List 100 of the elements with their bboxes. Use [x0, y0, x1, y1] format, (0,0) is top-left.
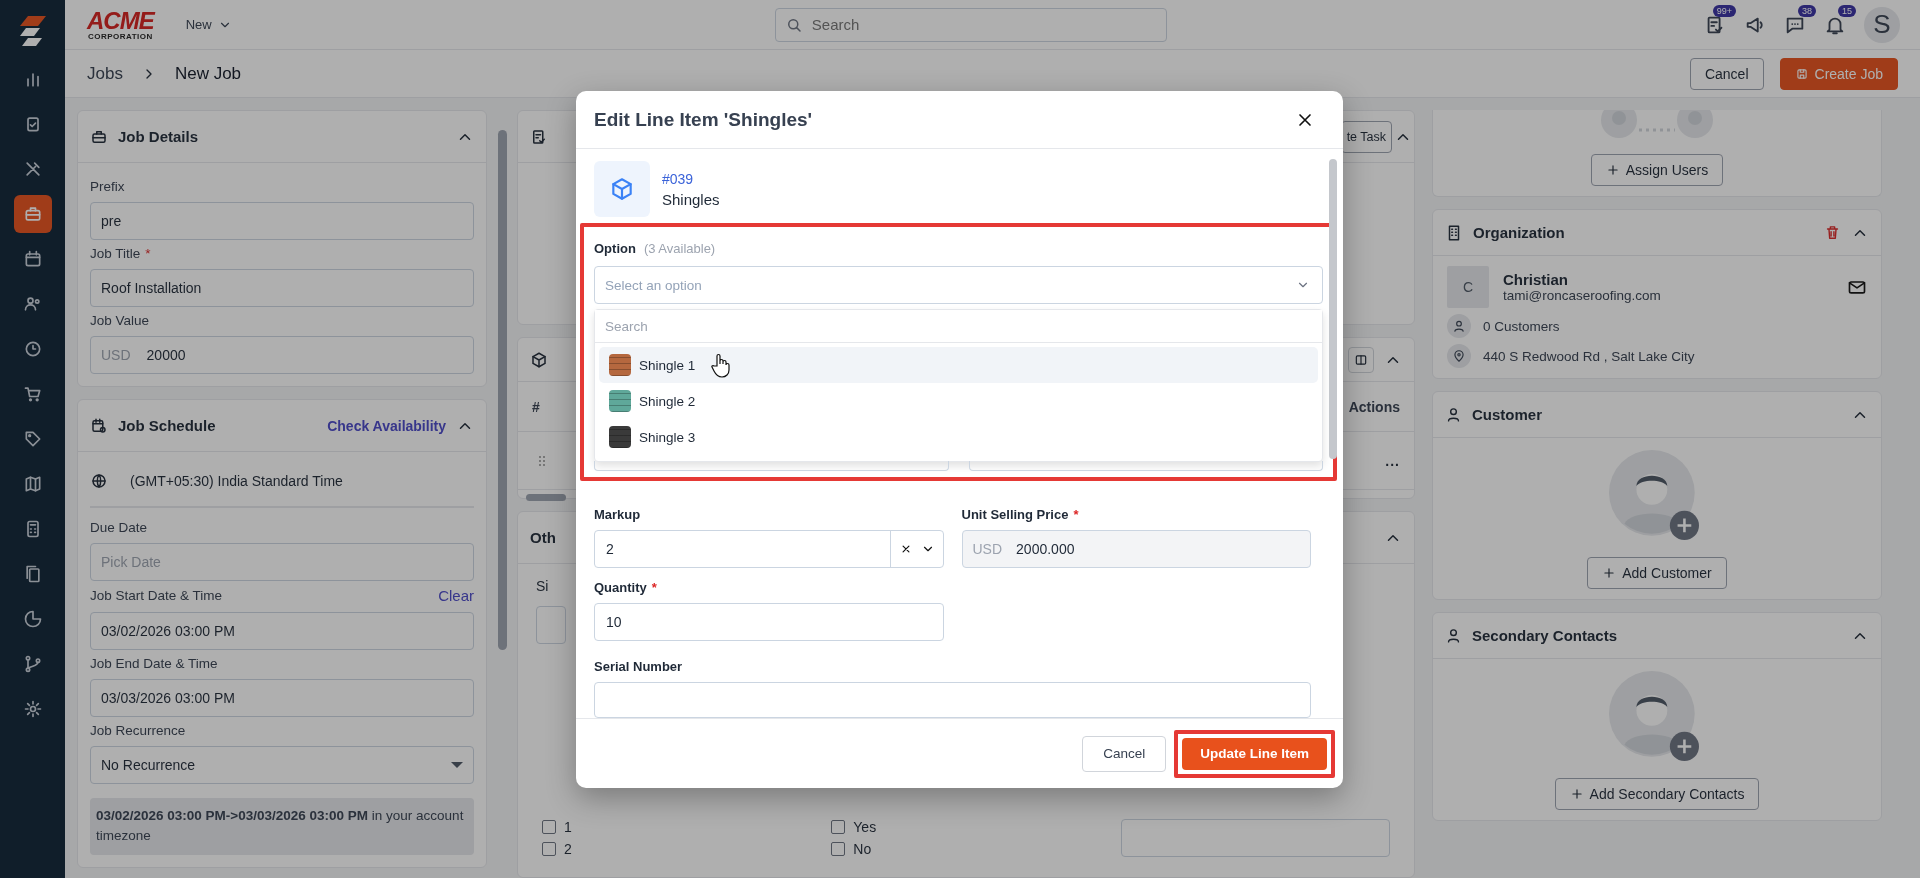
- count-badge: 15: [1838, 4, 1856, 17]
- cancel-button[interactable]: Cancel: [1689, 57, 1764, 90]
- item-code[interactable]: #039: [662, 170, 720, 187]
- timezone-text: (GMT+05:30) India Standard Time: [130, 473, 343, 489]
- input-field[interactable]: pre: [90, 202, 474, 240]
- field-label: Due Date: [90, 520, 148, 535]
- plus-icon: [1569, 787, 1584, 801]
- field-label: Markup: [594, 507, 641, 522]
- delete-icon[interactable]: [1824, 224, 1841, 241]
- markup-field[interactable]: 2: [594, 530, 944, 568]
- field-value: 03/03/2026 03:00 PM: [101, 690, 235, 706]
- customers-count: 0 Customers: [1483, 318, 1560, 334]
- task-list-icon: [530, 127, 548, 146]
- calendar-clock-icon: [90, 416, 108, 435]
- field-value: 20000: [146, 347, 186, 363]
- check-availability-link[interactable]: Check Availability: [327, 417, 446, 434]
- breadcrumb-link[interactable]: Jobs: [87, 63, 123, 84]
- field-label: Job Title: [90, 246, 141, 261]
- users-icon: [22, 294, 43, 314]
- item-name: Shingles: [662, 190, 720, 208]
- pie-chart-icon: [22, 609, 43, 629]
- dropdown-search-field[interactable]: Search: [595, 310, 1322, 343]
- create-task-button[interactable]: te Task: [1340, 120, 1392, 153]
- card-title: Organization: [1473, 224, 1566, 241]
- dropdown-option[interactable]: Shingle 3: [599, 419, 1318, 455]
- sidebar-item[interactable]: [13, 195, 52, 233]
- field-label: Prefix: [90, 179, 125, 194]
- checkbox[interactable]: [542, 842, 556, 856]
- search-field[interactable]: Search: [774, 7, 1167, 42]
- required-mark: *: [1073, 507, 1079, 522]
- contact-name: Christian: [1503, 271, 1569, 288]
- checkbox-label: Yes: [853, 819, 877, 835]
- plus-icon: [1602, 566, 1617, 580]
- schedule-summary: 03/02/2026 03:00 PM->03/03/2026 03:00 PM in your account timezone: [90, 798, 474, 855]
- row-menu-button[interactable]: ...: [1385, 452, 1400, 469]
- scrollbar[interactable]: [526, 493, 566, 501]
- field-label: Job Value: [90, 313, 150, 328]
- checkbox-label: 2: [564, 841, 572, 857]
- field-value: 03/02/2026 03:00 PM: [101, 623, 235, 639]
- input-field[interactable]: [968, 461, 1323, 471]
- field-label: Job End Date & Time: [90, 656, 218, 671]
- checkbox-label: 1: [564, 819, 572, 835]
- select-field[interactable]: [536, 606, 566, 644]
- checkbox[interactable]: [831, 820, 846, 834]
- cart-icon: [22, 384, 43, 404]
- contact-email: tami@roncaseroofing.com: [1503, 288, 1662, 303]
- checkbox[interactable]: [831, 842, 846, 856]
- date-time-field[interactable]: [1120, 819, 1390, 857]
- required-mark: *: [651, 580, 657, 595]
- field-label: Job Start Date & Time: [90, 588, 223, 603]
- quantity-field[interactable]: 10: [594, 603, 944, 641]
- field-label: Option: [594, 241, 636, 256]
- app-logo-icon[interactable]: [17, 14, 48, 48]
- person-icon: [1445, 406, 1462, 423]
- scrollbar[interactable]: [497, 130, 507, 650]
- date-field[interactable]: 03/02/2026 03:00 PM: [90, 612, 474, 650]
- dropdown-option[interactable]: Shingle 1: [599, 347, 1318, 383]
- hand-cursor-icon: [711, 353, 731, 379]
- company-logo[interactable]: ACME CORPORATION: [87, 8, 154, 41]
- add-customer-button[interactable]: Add Customer: [1587, 557, 1727, 589]
- dropdown-option[interactable]: Shingle 2: [599, 383, 1318, 419]
- checkbox[interactable]: [542, 820, 556, 834]
- column-header: Actions: [1348, 398, 1400, 415]
- field-placeholder: Pick Date: [101, 554, 161, 570]
- cancel-button[interactable]: Cancel: [1082, 735, 1167, 772]
- currency-prefix: USD: [972, 541, 1003, 557]
- update-line-item-button[interactable]: Update Line Item: [1182, 737, 1327, 770]
- user-avatar[interactable]: S: [1864, 6, 1900, 43]
- person-icon: [1452, 319, 1466, 333]
- available-count: (3 Available): [643, 241, 716, 256]
- scrollbar[interactable]: [1329, 159, 1337, 459]
- input-field[interactable]: USD 20000: [90, 336, 474, 374]
- input-field[interactable]: [594, 461, 949, 471]
- checkbox-label: No: [853, 841, 872, 857]
- assign-users-button[interactable]: Assign Users: [1590, 154, 1724, 186]
- date-field[interactable]: 03/03/2026 03:00 PM: [90, 679, 474, 717]
- field-value: Roof Installation: [101, 280, 202, 296]
- clear-link[interactable]: Clear: [438, 587, 474, 604]
- input-field[interactable]: Roof Installation: [90, 269, 474, 307]
- columns-icon: [1354, 352, 1368, 367]
- person-icon: [1445, 627, 1462, 644]
- columns-toggle-icon[interactable]: [1348, 346, 1374, 373]
- field-label: Serial Number: [594, 659, 683, 674]
- field-label: Unit Selling Price: [961, 507, 1069, 522]
- location-pin-icon: [1452, 349, 1466, 363]
- serial-number-field[interactable]: [594, 682, 1311, 718]
- plus-icon: [1605, 163, 1620, 177]
- unit-price-field[interactable]: USD 2000.000: [961, 530, 1311, 568]
- new-menu-button[interactable]: New: [179, 16, 238, 33]
- breadcrumb-current: New Job: [174, 63, 242, 84]
- count-badge: 38: [1798, 4, 1816, 17]
- column-header: #: [532, 398, 540, 415]
- organization-avatar: C: [1447, 266, 1489, 308]
- address-text: 440 S Redwood Rd , Salt Lake City: [1483, 348, 1695, 364]
- card-title: Oth: [530, 529, 557, 546]
- field-value: pre: [101, 213, 122, 229]
- card-title: Job Schedule: [118, 417, 217, 434]
- recurrence-dropdown[interactable]: No Recurrence: [90, 746, 474, 784]
- count-badge: 99+: [1712, 4, 1736, 17]
- add-secondary-contacts-button[interactable]: Add Secondary Contacts: [1554, 778, 1760, 810]
